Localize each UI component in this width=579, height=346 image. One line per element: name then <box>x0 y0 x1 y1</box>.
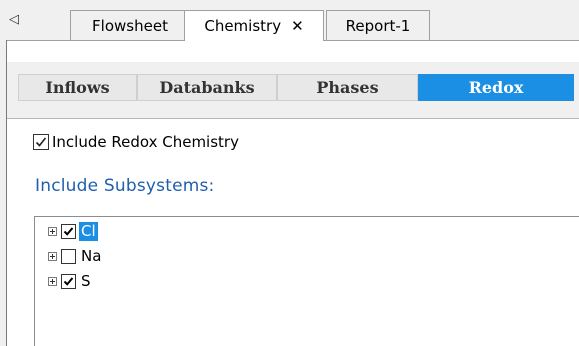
checkmark-icon <box>63 226 74 236</box>
chemistry-panel: Inflows Databanks Phases Redox Include R… <box>7 40 579 346</box>
subsystem-checkbox-s[interactable] <box>61 273 76 289</box>
expand-plus-icon[interactable] <box>48 226 57 236</box>
document-tab-bar: ◁ Flowsheet Report-1 Chemistry ✕ <box>0 0 579 41</box>
subtab-divider <box>7 118 579 119</box>
subsystem-checkbox-na[interactable] <box>61 248 76 264</box>
include-redox-label: Include Redox Chemistry <box>52 133 239 151</box>
include-redox-checkbox-row[interactable]: Include Redox Chemistry <box>33 131 239 153</box>
tree-node-na[interactable]: Na <box>48 246 103 266</box>
tab-report-1[interactable]: Report-1 <box>326 10 430 40</box>
tree-node-cl[interactable]: Cl <box>48 221 98 241</box>
checkmark-icon <box>63 276 74 286</box>
subsystems-tree[interactable]: Cl Na S <box>34 216 579 346</box>
subsystem-checkbox-cl[interactable] <box>61 223 76 239</box>
expand-plus-icon[interactable] <box>48 251 57 261</box>
tab-flowsheet[interactable]: Flowsheet <box>70 10 190 40</box>
tab-chemistry-label: Chemistry <box>204 17 282 35</box>
include-redox-checkbox[interactable] <box>33 134 49 150</box>
scroll-left-icon[interactable]: ◁ <box>9 12 19 27</box>
subtab-inflows[interactable]: Inflows <box>18 74 137 101</box>
subtab-databanks[interactable]: Databanks <box>137 74 277 101</box>
expand-plus-icon[interactable] <box>48 276 57 286</box>
checkmark-icon <box>35 137 47 147</box>
tab-report-label: Report-1 <box>345 17 411 35</box>
tab-flowsheet-label: Flowsheet <box>92 17 168 35</box>
close-icon[interactable]: ✕ <box>291 17 304 35</box>
subtab-redox[interactable]: Redox <box>418 74 574 101</box>
subtab-phases[interactable]: Phases <box>277 74 418 101</box>
subsystem-label-cl[interactable]: Cl <box>79 221 98 241</box>
tree-node-s[interactable]: S <box>48 271 93 291</box>
subsystem-label-na[interactable]: Na <box>79 247 103 266</box>
subsystem-label-s[interactable]: S <box>79 272 93 291</box>
include-subsystems-label: Include Subsystems: <box>35 176 215 196</box>
tab-chemistry[interactable]: Chemistry ✕ <box>184 10 324 41</box>
